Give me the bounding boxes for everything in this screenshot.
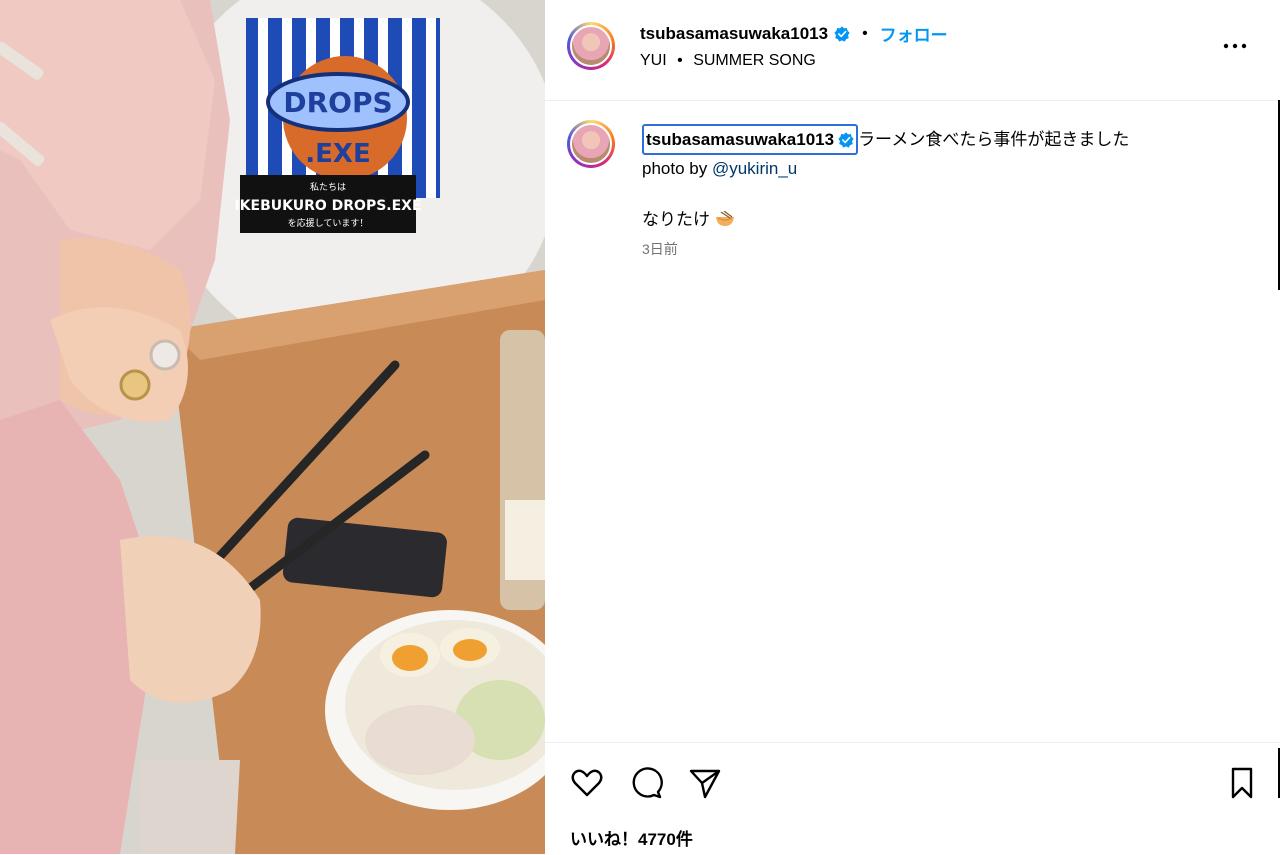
caption-extra-text: なりたけ bbox=[642, 210, 710, 229]
verified-icon bbox=[838, 131, 854, 148]
caption-author-username[interactable]: tsubasamasuwaka1013 bbox=[642, 124, 859, 155]
sign-text-small-1: 私たちは bbox=[310, 182, 346, 193]
instagram-post-view: DROPS .EXE 私たちは IKEBUKURO DROPS.EXE を応援し… bbox=[0, 0, 1280, 854]
caption-photo-credit: photo by @yukirin_u bbox=[642, 155, 1242, 182]
sign-text-main: IKEBUKURO DROPS.EXE bbox=[234, 198, 421, 214]
post-actions-bar: いいね！4770件 bbox=[545, 742, 1280, 855]
post-photo: DROPS .EXE 私たちは IKEBUKURO DROPS.EXE を応援し… bbox=[0, 0, 545, 854]
comment-icon[interactable] bbox=[628, 765, 664, 801]
header-separator: • bbox=[862, 24, 868, 42]
follow-button[interactable]: フォロー bbox=[880, 21, 948, 46]
ramen-emoji-icon bbox=[715, 211, 734, 226]
sign-text-drops: DROPS bbox=[283, 86, 392, 119]
post-timestamp[interactable]: 3日前 bbox=[642, 239, 1242, 259]
likes-count[interactable]: いいね！4770件 bbox=[570, 825, 693, 850]
caption-extra-line: なりたけ bbox=[642, 206, 1242, 233]
mention-link[interactable]: @yukirin_u bbox=[712, 159, 797, 178]
share-icon[interactable] bbox=[687, 765, 723, 801]
author-avatar[interactable] bbox=[567, 22, 615, 70]
audio-artist: YUI bbox=[640, 52, 667, 69]
bookmark-icon[interactable] bbox=[1224, 765, 1260, 801]
verified-icon bbox=[834, 25, 850, 42]
caption-line: tsubasamasuwaka1013 ラーメン食べたら事件が起きました bbox=[642, 124, 1242, 155]
sign-text-small-2: を応援しています！ bbox=[288, 217, 369, 229]
heart-icon[interactable] bbox=[569, 765, 605, 801]
post-media-image[interactable]: DROPS .EXE 私たちは IKEBUKURO DROPS.EXE を応援し… bbox=[0, 0, 545, 854]
sign-text-exe: .EXE bbox=[305, 139, 370, 169]
caption-author-avatar[interactable] bbox=[567, 120, 615, 168]
caption-text: ラーメン食べたら事件が起きました bbox=[858, 130, 1130, 149]
audio-separator: • bbox=[677, 52, 683, 69]
author-username[interactable]: tsubasamasuwaka1013 bbox=[640, 24, 828, 44]
audio-song: SUMMER SONG bbox=[693, 52, 816, 69]
audio-info[interactable]: YUI • SUMMER SONG bbox=[640, 52, 816, 70]
post-header: tsubasamasuwaka1013 • フォロー YUI • SUMMER … bbox=[545, 0, 1280, 101]
caption-block: tsubasamasuwaka1013 ラーメン食べたら事件が起きました pho… bbox=[642, 124, 1242, 259]
photo-by-label: photo by bbox=[642, 159, 712, 178]
post-detail-panel: tsubasamasuwaka1013 • フォロー YUI • SUMMER … bbox=[545, 0, 1280, 854]
more-options-icon[interactable] bbox=[1222, 36, 1248, 56]
wall-sign: DROPS .EXE 私たちは IKEBUKURO DROPS.EXE を応援し… bbox=[234, 18, 440, 233]
caption-username-text: tsubasamasuwaka1013 bbox=[646, 130, 835, 149]
